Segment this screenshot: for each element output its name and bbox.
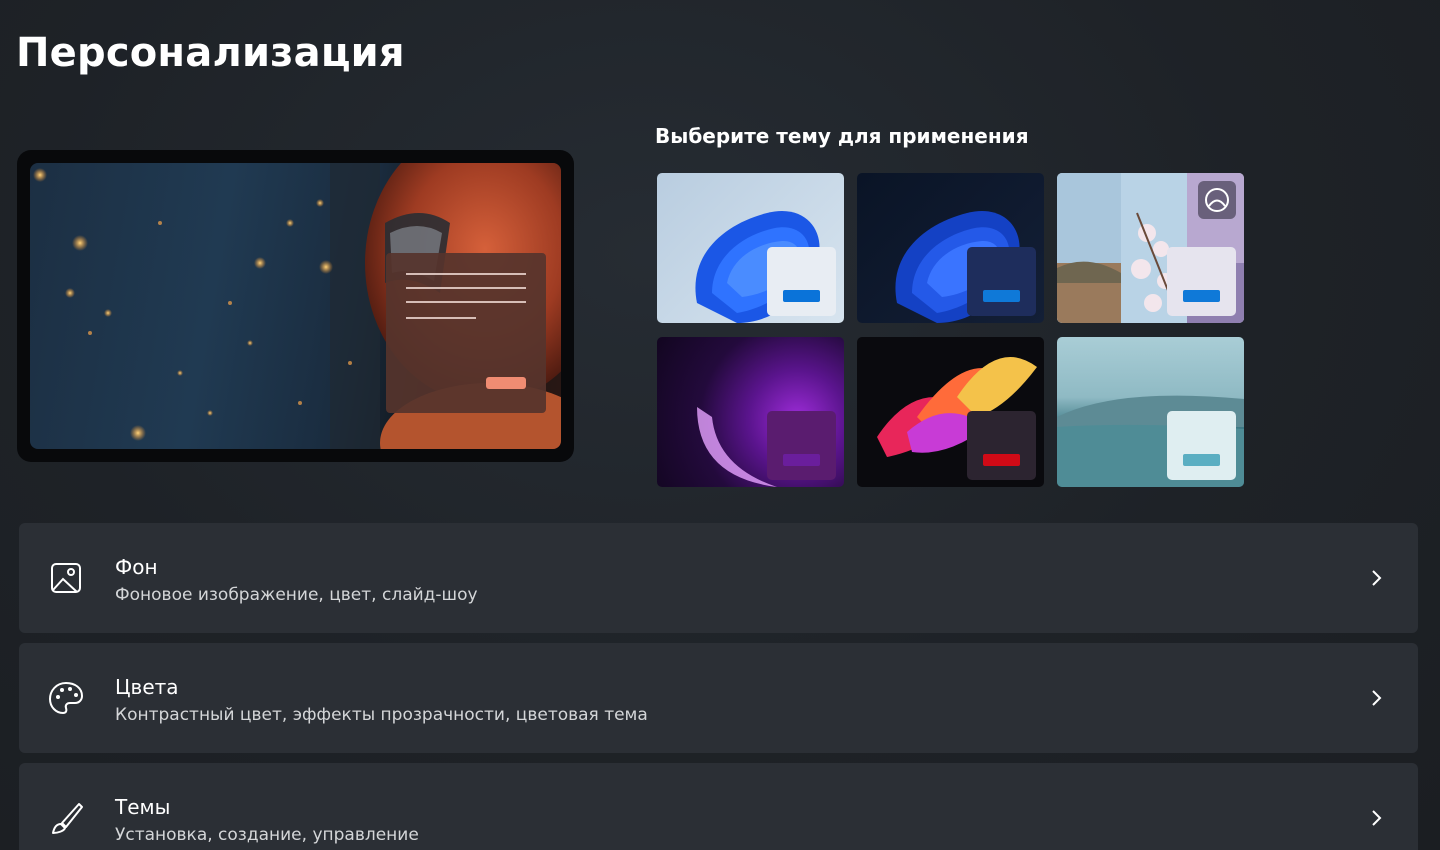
theme-mini-window [1167, 247, 1236, 316]
setting-description: Фоновое изображение, цвет, слайд-шоу [115, 585, 478, 605]
preview-text-line [406, 301, 526, 303]
theme-mini-window [767, 411, 836, 480]
setting-themes[interactable]: Темы Установка, создание, управление [19, 763, 1418, 850]
theme-grid [657, 173, 1247, 487]
preview-window [386, 253, 546, 413]
theme-accent-bar [783, 454, 820, 466]
personalization-page: Персонализация Выберите тему для примене… [0, 0, 1440, 850]
theme-sunrise[interactable] [1057, 337, 1244, 487]
themes-label: Выберите тему для применения [655, 124, 1029, 148]
theme-badge [1198, 181, 1236, 219]
setting-colors[interactable]: Цвета Контрастный цвет, эффекты прозрачн… [19, 643, 1418, 753]
setting-description: Установка, создание, управление [115, 825, 419, 845]
theme-mini-window [1167, 411, 1236, 480]
theme-accent-bar [983, 454, 1020, 466]
theme-accent-bar [1183, 290, 1220, 302]
theme-mini-window [967, 411, 1036, 480]
theme-captured-motion[interactable] [1057, 173, 1244, 323]
theme-accent-bar [1183, 454, 1220, 466]
theme-flow[interactable] [857, 337, 1044, 487]
preview-text-line [406, 273, 526, 275]
setting-title: Темы [115, 795, 171, 819]
preview-text-line [406, 317, 476, 319]
setting-title: Цвета [115, 675, 179, 699]
chevron-right-icon [1372, 810, 1382, 826]
theme-windows-dark[interactable] [857, 173, 1044, 323]
contrast-theme-icon [1205, 188, 1229, 212]
theme-glow[interactable] [657, 337, 844, 487]
setting-background[interactable]: Фон Фоновое изображение, цвет, слайд-шоу [19, 523, 1418, 633]
chevron-right-icon [1372, 570, 1382, 586]
theme-accent-bar [783, 290, 820, 302]
theme-accent-bar [983, 290, 1020, 302]
palette-icon [48, 681, 84, 715]
setting-description: Контрастный цвет, эффекты прозрачности, … [115, 705, 648, 725]
page-title: Персонализация [16, 30, 405, 76]
theme-windows-light[interactable] [657, 173, 844, 323]
brush-icon [52, 803, 83, 834]
preview-text-line [406, 287, 526, 289]
image-icon [51, 563, 81, 593]
theme-mini-window [967, 247, 1036, 316]
setting-title: Фон [115, 555, 158, 579]
preview-accent-button [486, 377, 526, 389]
desktop-preview [17, 150, 574, 462]
chevron-right-icon [1372, 690, 1382, 706]
wallpaper-preview [30, 163, 561, 449]
theme-mini-window [767, 247, 836, 316]
